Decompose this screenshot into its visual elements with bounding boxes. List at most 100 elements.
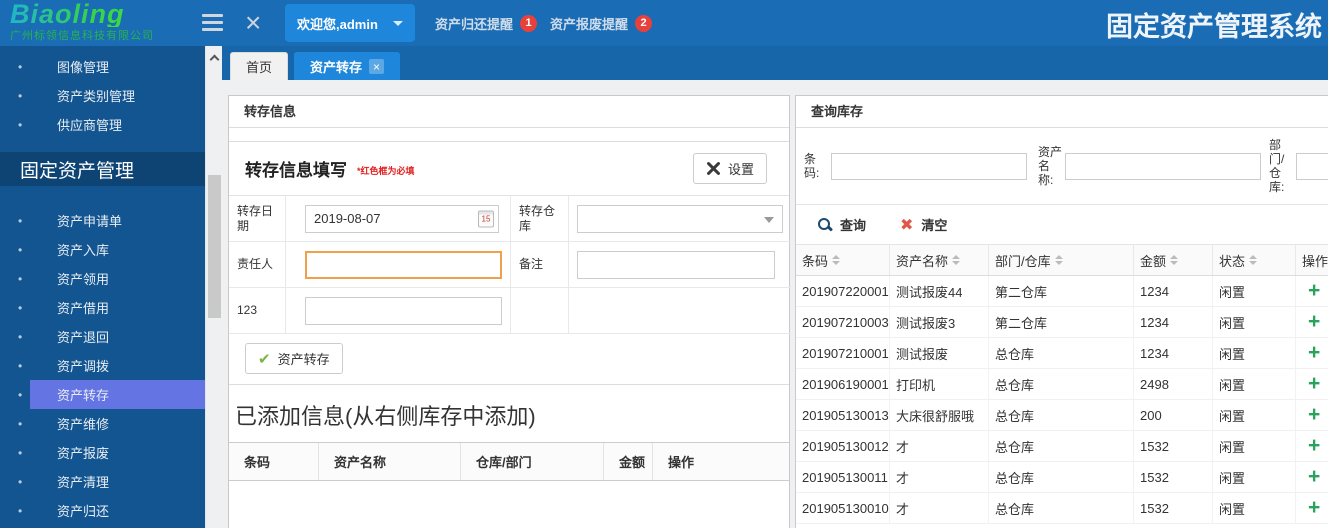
tab-home[interactable]: 首页	[230, 52, 288, 80]
asset-scrap-reminder-label: 资产报废提醒	[550, 14, 628, 33]
cell-amount: 1234	[1134, 338, 1213, 368]
cell-asset-name: 测试报废44	[890, 276, 989, 306]
clear-button[interactable]: ✖ 清空	[900, 215, 947, 235]
sidebar-section-fixed-assets[interactable]: 固定资产管理	[0, 152, 205, 186]
sidebar-item[interactable]: 资产借用	[0, 293, 205, 322]
inventory-header-cell[interactable]: 金额	[1134, 245, 1213, 275]
sidebar-item[interactable]: 资产报废	[0, 438, 205, 467]
query-button[interactable]: 查询	[818, 215, 866, 234]
sidebar-item[interactable]: 资产清理	[0, 467, 205, 496]
settings-button[interactable]: 设置	[693, 153, 767, 184]
cell-status: 闲置	[1213, 307, 1296, 337]
cell-amount: 200	[1134, 400, 1213, 430]
sort-arrows-icon[interactable]	[952, 255, 960, 265]
sidebar-item[interactable]: 供应商管理	[0, 110, 205, 139]
sort-arrows-icon[interactable]	[1170, 255, 1178, 265]
cell-asset-name: 测试报废3	[890, 307, 989, 337]
barcode-search-input[interactable]	[831, 153, 1027, 180]
added-table-header-cell: 资产名称	[319, 443, 461, 480]
asset-return-reminder-link[interactable]: 资产归还提醒 1	[435, 0, 537, 46]
sort-arrows-icon[interactable]	[832, 255, 840, 265]
sidebar-item[interactable]: 资产退回	[0, 322, 205, 351]
scrap-reminder-badge: 2	[635, 15, 652, 32]
sidebar-item[interactable]: 图像管理	[0, 52, 205, 81]
inventory-table-header: 条码 资产名称 部门/仓库 金额 状态 操作	[796, 245, 1328, 276]
add-asset-icon[interactable]: +	[1308, 281, 1320, 301]
scrollbar-thumb[interactable]	[208, 175, 221, 318]
inventory-panel-title: 查询库存	[796, 96, 1328, 128]
add-asset-icon[interactable]: +	[1308, 343, 1320, 363]
cell-amount: 1532	[1134, 431, 1213, 461]
menu-toggle-icon[interactable]	[202, 14, 223, 35]
asset-scrap-reminder-link[interactable]: 资产报废提醒 2	[550, 0, 652, 46]
cell-amount: 2498	[1134, 369, 1213, 399]
added-table-header: 条码资产名称仓库/部门金额操作	[229, 442, 789, 481]
cell-barcode: 201907220001	[796, 276, 890, 306]
tab-close-icon[interactable]: ×	[369, 59, 384, 74]
sidebar-item[interactable]: 资产调拨	[0, 351, 205, 380]
calendar-icon[interactable]: 15	[478, 210, 494, 227]
asset-transfer-submit-label: 资产转存	[278, 349, 330, 368]
add-asset-icon[interactable]: +	[1308, 374, 1320, 394]
add-asset-icon[interactable]: +	[1308, 436, 1320, 456]
return-reminder-badge: 1	[520, 15, 537, 32]
warehouse-select[interactable]	[577, 205, 783, 233]
inventory-header-cell[interactable]: 操作	[1296, 245, 1328, 275]
sidebar-item[interactable]: 资产归还	[0, 496, 205, 525]
welcome-label: 欢迎您,admin	[297, 14, 378, 33]
owner-label: 责任人	[229, 242, 286, 288]
inventory-header-cell[interactable]: 部门/仓库	[989, 245, 1134, 275]
transfer-panel: 转存信息 转存信息填写 *红色框为必填 设置 转存日期 15	[228, 95, 790, 528]
sidebar-item[interactable]: 资产领用	[0, 264, 205, 293]
transfer-panel-title: 转存信息	[229, 96, 789, 128]
user-menu-button[interactable]: 欢迎您,admin	[285, 4, 415, 42]
added-table-header-cell: 操作	[653, 443, 789, 480]
inventory-header-cell[interactable]: 状态	[1213, 245, 1296, 275]
chevron-up-icon	[209, 54, 219, 64]
cell-dept: 第二仓库	[989, 276, 1134, 306]
sidebar-item[interactable]: 资产维修	[0, 409, 205, 438]
close-icon[interactable]: ×	[245, 3, 261, 43]
transfer-date-input[interactable]	[305, 205, 499, 233]
sort-arrows-icon[interactable]	[1055, 255, 1063, 265]
sidebar-scrollbar[interactable]	[205, 46, 222, 528]
sidebar-item[interactable]: 资产入库	[0, 235, 205, 264]
cell-barcode: 201905130010	[796, 493, 890, 523]
add-asset-icon[interactable]: +	[1308, 405, 1320, 425]
inventory-panel: 查询库存 条码: 资产名称: 部门/仓库: 查询	[795, 95, 1328, 528]
add-asset-icon[interactable]: +	[1308, 498, 1320, 518]
inventory-header-cell[interactable]: 资产名称	[890, 245, 989, 275]
owner-input[interactable]	[305, 251, 502, 279]
add-asset-icon[interactable]: +	[1308, 467, 1320, 487]
inventory-row: 201907220001 测试报废44 第二仓库 1234 闲置 +	[796, 276, 1328, 307]
inventory-header-cell[interactable]: 条码	[796, 245, 890, 275]
sort-arrows-icon[interactable]	[1249, 255, 1257, 265]
asset-name-search-input[interactable]	[1065, 153, 1261, 180]
sidebar-item[interactable]: 资产类别管理	[0, 81, 205, 110]
inventory-row: 201906190001 打印机 总仓库 2498 闲置 +	[796, 369, 1328, 400]
sidebar-item[interactable]: 资产转存	[0, 380, 205, 409]
tab-asset-transfer[interactable]: 资产转存 ×	[294, 52, 400, 80]
logo[interactable]: Biaoling 广州标领信息科技有限公司	[10, 1, 154, 43]
inventory-table-body: 201907220001 测试报废44 第二仓库 1234 闲置 + 20190…	[796, 276, 1328, 524]
date-label: 转存日期	[229, 196, 286, 242]
added-table-header-cell: 金额	[604, 443, 653, 480]
content-area: 转存信息 转存信息填写 *红色框为必填 设置 转存日期 15	[222, 80, 1328, 528]
dept-search-input[interactable]	[1296, 153, 1328, 180]
inventory-search-form: 条码: 资产名称: 部门/仓库:	[796, 128, 1328, 205]
asset-transfer-submit-button[interactable]: ✔ 资产转存	[245, 343, 343, 374]
extra-input[interactable]	[305, 297, 502, 325]
dept-search-label: 部门/仓库:	[1269, 138, 1296, 194]
cell-barcode: 201907210001	[796, 338, 890, 368]
scroll-up-arrow[interactable]	[206, 46, 222, 68]
cell-amount: 1532	[1134, 493, 1213, 523]
clear-x-icon: ✖	[900, 215, 913, 235]
cell-barcode: 201905130011	[796, 462, 890, 492]
transfer-form-section: 转存信息填写 *红色框为必填 设置 转存日期 15 转	[229, 141, 789, 385]
clear-button-label: 清空	[921, 215, 947, 234]
inventory-row: 201905130011 才 总仓库 1532 闲置 +	[796, 462, 1328, 493]
remark-input[interactable]	[577, 251, 775, 279]
add-asset-icon[interactable]: +	[1308, 312, 1320, 332]
inventory-row: 201905130012 才 总仓库 1532 闲置 +	[796, 431, 1328, 462]
sidebar-item[interactable]: 资产申请单	[0, 206, 205, 235]
